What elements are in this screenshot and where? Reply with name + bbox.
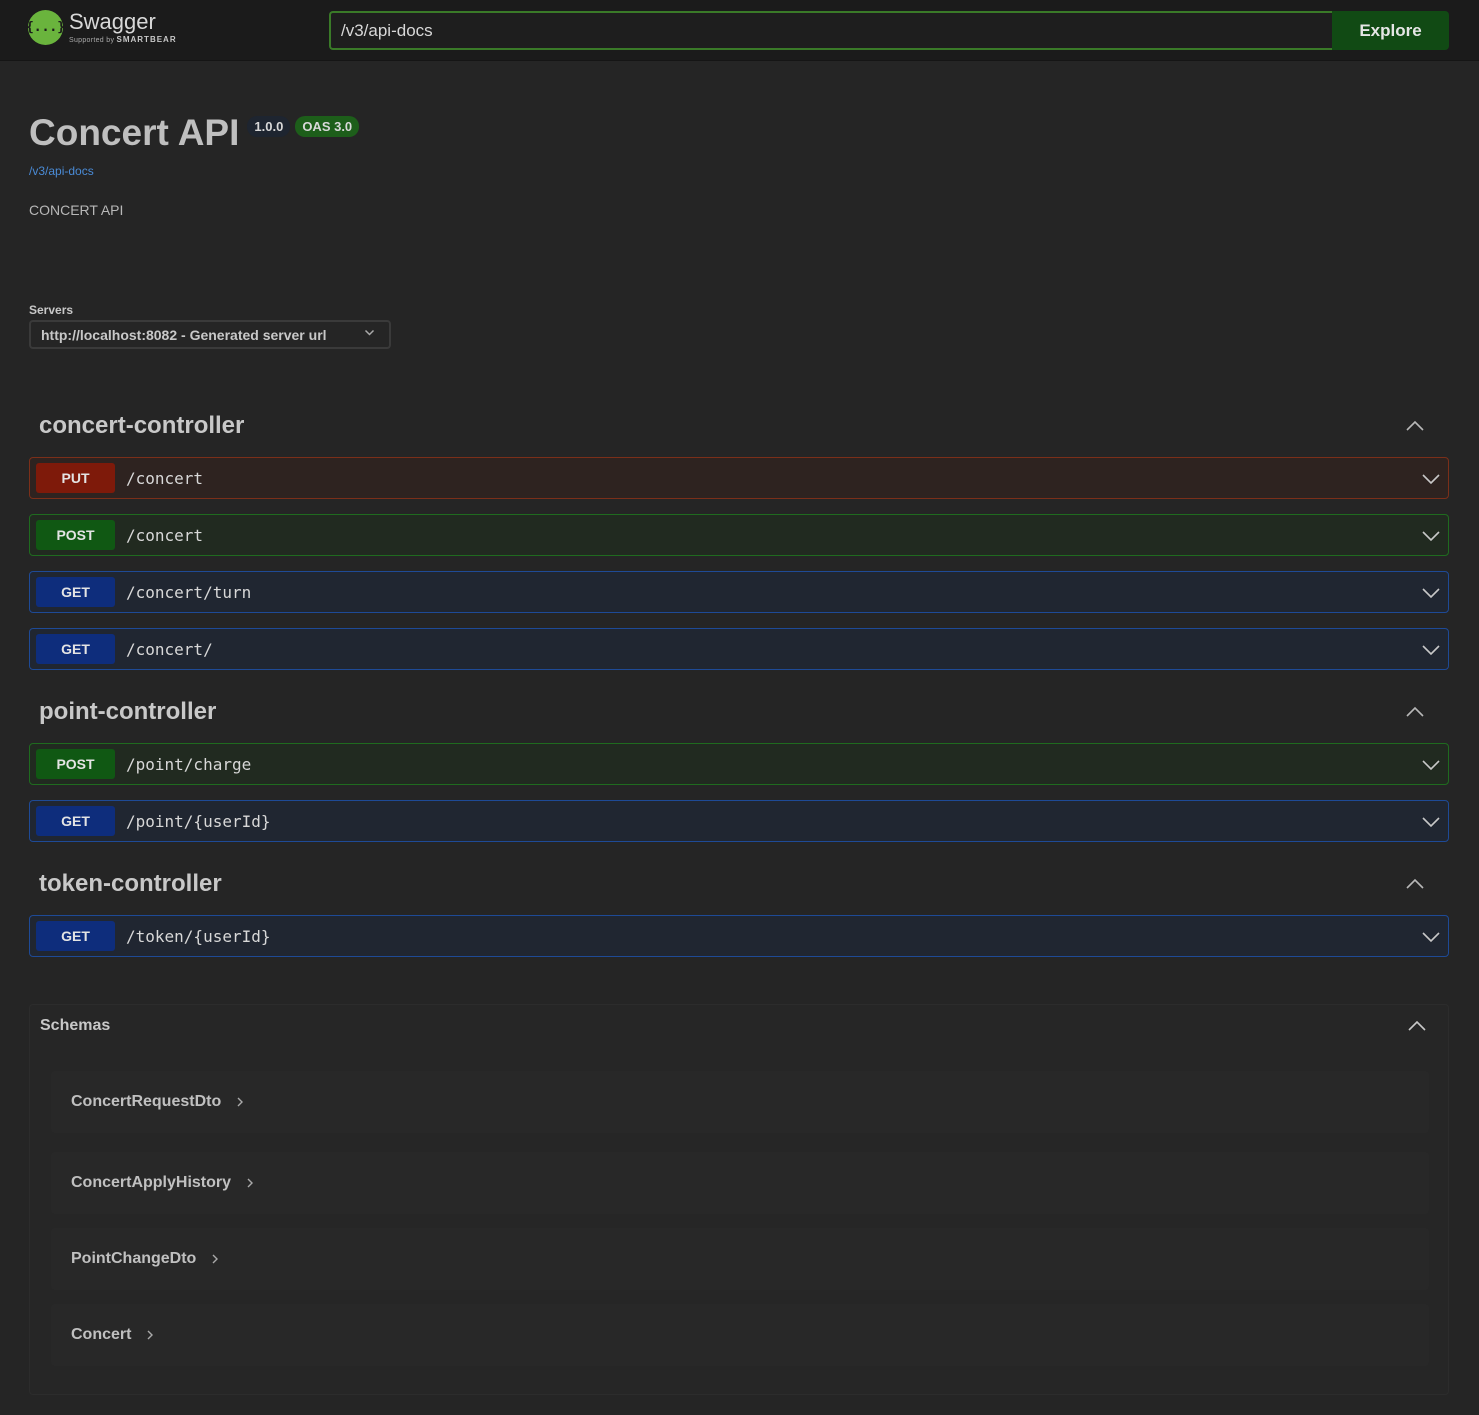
operation-path: /point/{userId} bbox=[126, 811, 271, 831]
page-title: Concert API bbox=[29, 112, 240, 153]
schemas-section: Schemas ConcertRequestDto ConcertApplyHi… bbox=[29, 1004, 1449, 1395]
oas-badge: OAS 3.0 bbox=[295, 116, 360, 137]
schema-item[interactable]: ConcertRequestDto bbox=[51, 1071, 1429, 1133]
servers-label: Servers bbox=[29, 303, 74, 317]
method-badge: POST bbox=[36, 520, 115, 550]
chevron-down-icon[interactable] bbox=[1420, 638, 1442, 660]
logo-name: Swagger bbox=[69, 9, 156, 34]
tag-concert-controller[interactable]: concert-controller bbox=[29, 406, 1449, 446]
method-badge: POST bbox=[36, 749, 115, 779]
logo-sub-brand: SMARTBEAR bbox=[116, 35, 177, 44]
operation-path: /concert/ bbox=[126, 639, 213, 659]
chevron-up-icon[interactable] bbox=[1406, 1015, 1428, 1037]
servers-select[interactable]: http://localhost:8082 - Generated server… bbox=[29, 320, 391, 349]
spec-link[interactable]: /v3/api-docs bbox=[29, 164, 94, 178]
swagger-logo[interactable]: {...} Swagger Supported by SMARTBEAR bbox=[26, 9, 177, 45]
method-badge: GET bbox=[36, 634, 115, 664]
logo-sub-prefix: Supported by bbox=[69, 37, 115, 44]
tag-name: concert-controller bbox=[39, 412, 245, 439]
logo-sub: Supported by SMARTBEAR bbox=[69, 35, 177, 45]
operation-post-concert[interactable]: POST /concert bbox=[29, 514, 1449, 556]
schema-name: Concert bbox=[71, 1326, 132, 1343]
operation-get-concert-turn[interactable]: GET /concert/turn bbox=[29, 571, 1449, 613]
schemas-title[interactable]: Schemas bbox=[40, 1017, 110, 1035]
schema-item[interactable]: Concert bbox=[51, 1304, 1429, 1366]
tag-token-controller[interactable]: token-controller bbox=[29, 864, 1449, 904]
method-badge: GET bbox=[36, 921, 115, 951]
tag-name: token-controller bbox=[39, 870, 222, 897]
tag-name: point-controller bbox=[39, 698, 217, 725]
operation-put-concert[interactable]: PUT /concert bbox=[29, 457, 1449, 499]
chevron-down-icon[interactable] bbox=[1420, 467, 1442, 489]
swagger-logo-icon: {...} bbox=[26, 10, 65, 45]
method-badge: GET bbox=[36, 806, 115, 836]
schema-name: PointChangeDto bbox=[71, 1250, 197, 1267]
operation-path: /concert/turn bbox=[126, 582, 252, 602]
version-badge: 1.0.0 bbox=[247, 116, 291, 137]
schema-name: ConcertRequestDto bbox=[71, 1093, 222, 1110]
chevron-down-icon[interactable] bbox=[1420, 753, 1442, 775]
chevron-right-icon bbox=[247, 1178, 254, 1188]
schema-item[interactable]: PointChangeDto bbox=[51, 1228, 1429, 1290]
api-description: CONCERT API bbox=[29, 202, 124, 218]
chevron-down-icon[interactable] bbox=[1420, 810, 1442, 832]
operation-get-concert[interactable]: GET /concert/ bbox=[29, 628, 1449, 670]
operation-get-point-userid[interactable]: GET /point/{userId} bbox=[29, 800, 1449, 842]
operation-get-token-userid[interactable]: GET /token/{userId} bbox=[29, 915, 1449, 957]
chevron-right-icon bbox=[212, 1254, 219, 1264]
tag-point-controller[interactable]: point-controller bbox=[29, 692, 1449, 732]
spec-url-input[interactable] bbox=[329, 11, 1332, 50]
chevron-down-icon bbox=[364, 327, 375, 341]
explore-button[interactable]: Explore bbox=[1332, 11, 1449, 50]
chevron-up-icon[interactable] bbox=[1403, 872, 1427, 896]
chevron-right-icon bbox=[237, 1097, 244, 1107]
operation-path: /concert bbox=[126, 468, 204, 488]
operation-path: /token/{userId} bbox=[126, 926, 271, 946]
chevron-down-icon[interactable] bbox=[1420, 925, 1442, 947]
chevron-right-icon bbox=[147, 1330, 154, 1340]
operation-path: /concert bbox=[126, 525, 204, 545]
method-badge: GET bbox=[36, 577, 115, 607]
topbar: {...} Swagger Supported by SMARTBEAR Exp… bbox=[0, 0, 1479, 61]
schema-name: ConcertApplyHistory bbox=[71, 1174, 232, 1191]
chevron-down-icon[interactable] bbox=[1420, 581, 1442, 603]
chevron-up-icon[interactable] bbox=[1403, 700, 1427, 724]
chevron-down-icon[interactable] bbox=[1420, 524, 1442, 546]
method-badge: PUT bbox=[36, 463, 115, 493]
logo-text: Swagger Supported by SMARTBEAR bbox=[69, 9, 177, 45]
chevron-up-icon[interactable] bbox=[1403, 414, 1427, 438]
operation-path: /point/charge bbox=[126, 754, 252, 774]
operation-post-point-charge[interactable]: POST /point/charge bbox=[29, 743, 1449, 785]
info-header: Concert API 1.0.0 OAS 3.0 bbox=[29, 112, 360, 154]
schema-item[interactable]: ConcertApplyHistory bbox=[51, 1152, 1429, 1214]
servers-selected-value: http://localhost:8082 - Generated server… bbox=[41, 326, 327, 343]
